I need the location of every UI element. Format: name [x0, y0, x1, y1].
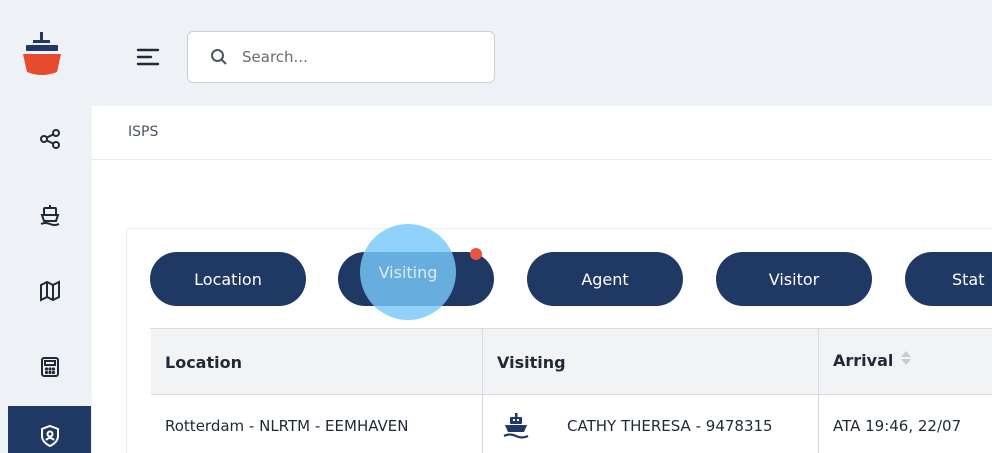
ship-logo-icon[interactable]: [20, 28, 64, 84]
sidebar-item-map[interactable]: [8, 260, 92, 322]
column-header-arrival[interactable]: Arrival: [819, 329, 992, 395]
shield-user-icon: [40, 424, 59, 448]
search-icon: [211, 49, 227, 65]
sidebar-item-calculator[interactable]: [8, 336, 92, 398]
cell-location: Rotterdam - NLRTM - EEMHAVEN: [151, 395, 483, 453]
filter-visiting-label: Visiting: [378, 262, 438, 282]
breadcrumb-bar: ISPS: [92, 106, 992, 160]
filter-visitor-button[interactable]: Visitor: [716, 252, 872, 306]
app-root: ISPS Location Visiting Agent Visitor Sta…: [0, 0, 992, 453]
main-content: ISPS Location Visiting Agent Visitor Sta…: [92, 106, 992, 453]
calculator-icon: [41, 357, 59, 377]
breadcrumb[interactable]: ISPS: [128, 124, 158, 140]
sidebar-item-share[interactable]: [8, 108, 92, 170]
ship-icon: [503, 413, 529, 439]
notification-dot: [470, 248, 482, 260]
sort-icon[interactable]: [901, 351, 912, 365]
sidebar-item-isps[interactable]: [8, 406, 91, 453]
search-input[interactable]: [242, 48, 472, 66]
cell-arrival: ATA 19:46, 22/07: [833, 417, 962, 435]
cell-visiting: CATHY THERESA - 9478315: [483, 395, 819, 453]
table-row[interactable]: Rotterdam - NLRTM - EEMHAVEN CATHY THERE…: [151, 395, 992, 453]
map-icon: [40, 280, 60, 302]
sidebar: [0, 0, 92, 453]
menu-button[interactable]: [130, 40, 166, 74]
filter-agent-button[interactable]: Agent: [527, 252, 683, 306]
sidebar-item-ships[interactable]: [8, 184, 92, 246]
search-box[interactable]: [187, 31, 495, 83]
hamburger-menu-icon: [136, 48, 160, 66]
column-header-visiting: Visiting: [483, 329, 819, 395]
table-header: Location Visiting Arrival: [151, 329, 992, 395]
share-nodes-icon: [40, 129, 60, 149]
filter-location-button[interactable]: Location: [150, 252, 306, 306]
isps-table: Location Visiting Arrival Rotterdam - NL…: [150, 328, 992, 453]
column-header-location: Location: [151, 329, 483, 395]
ship-icon: [40, 205, 60, 226]
filter-status-button[interactable]: Stat: [905, 252, 992, 306]
